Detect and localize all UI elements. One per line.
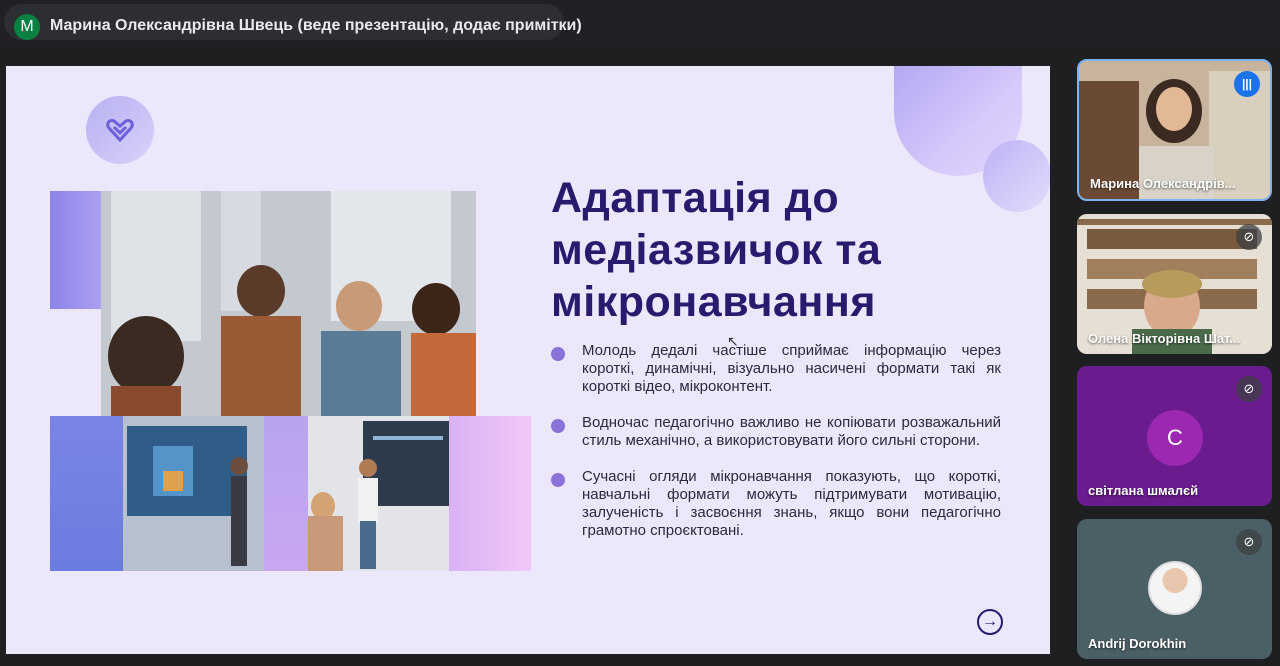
team-photo xyxy=(101,191,476,416)
bullet-text: Молодь дедалі частіше сприймає інформаці… xyxy=(582,342,1001,395)
participant-tile[interactable]: ⊘ Andrij Dorokhin xyxy=(1077,519,1272,659)
participant-name: світлана шмалєй xyxy=(1088,483,1199,498)
presentation-slide: Адаптація до медіазвичок та мікронавчанн… xyxy=(6,66,1050,654)
presenter-avatar: M xyxy=(14,14,40,40)
gradient-block-bottom-left xyxy=(50,416,125,571)
presenter-bar: M Марина Олександрівна Швець (веде презе… xyxy=(0,0,1280,44)
presenter-pill[interactable]: M Марина Олександрівна Швець (веде презе… xyxy=(4,4,582,40)
mouse-cursor-icon: ↖ xyxy=(727,333,739,349)
presenter-status-text: Марина Олександрівна Швець (веде презент… xyxy=(50,17,582,34)
mic-off-icon: ⊘ xyxy=(1236,376,1262,402)
bullet-item: Молодь дедалі частіше сприймає інформаці… xyxy=(551,342,1001,396)
slide-title: Адаптація до медіазвичок та мікронавчанн… xyxy=(551,174,882,326)
participant-name: Олена Вікторівна Шат... xyxy=(1088,331,1241,346)
gradient-block-middle xyxy=(264,416,310,571)
bullet-text: Водночас педагогічно важливо не копіюват… xyxy=(582,414,1001,449)
slide-bullet-list: Молодь дедалі частіше сприймає інформаці… xyxy=(551,342,1001,558)
bullet-item: Сучасні огляди мікронавчання показують, … xyxy=(551,468,1001,540)
avatar: С xyxy=(1147,410,1203,466)
participant-name: Марина Олександрів... xyxy=(1090,176,1236,191)
arrow-right-circle-icon[interactable]: → xyxy=(977,609,1003,635)
bullet-item: Водночас педагогічно важливо не копіюват… xyxy=(551,414,1001,450)
participant-name: Andrij Dorokhin xyxy=(1088,636,1187,651)
participant-tile[interactable]: ⊘ С світлана шмалєй xyxy=(1077,366,1272,506)
avatar xyxy=(1148,561,1202,615)
bullet-dot-icon xyxy=(551,473,565,487)
gradient-block-right xyxy=(449,416,531,571)
speaking-indicator-icon: ||| xyxy=(1234,71,1260,97)
slide-logo xyxy=(86,96,154,164)
heart-logo-icon xyxy=(106,119,134,142)
bullet-dot-icon xyxy=(551,419,565,433)
mic-off-icon: ⊘ xyxy=(1236,224,1262,250)
participant-tile[interactable]: ||| Марина Олександрів... xyxy=(1077,59,1272,201)
classroom-presentation-photo xyxy=(308,416,455,571)
mic-off-icon: ⊘ xyxy=(1236,529,1262,555)
vr-classroom-photo xyxy=(123,416,270,571)
bullet-text: Сучасні огляди мікронавчання показують, … xyxy=(582,468,1001,539)
bullet-dot-icon xyxy=(551,347,565,361)
participant-tile[interactable]: ⊘ Олена Вікторівна Шат... xyxy=(1077,214,1272,354)
